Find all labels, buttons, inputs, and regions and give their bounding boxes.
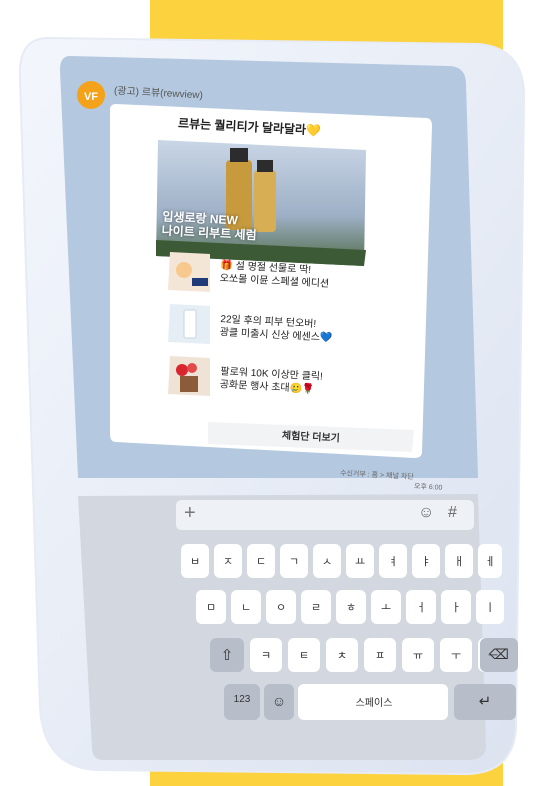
- key-row2-1[interactable]: ㅁ: [196, 599, 226, 615]
- key-row2-7[interactable]: ㅓ: [406, 599, 436, 615]
- key-row3-4[interactable]: ㅍ: [365, 647, 395, 663]
- key-row3-2[interactable]: ㅌ: [289, 647, 319, 663]
- key-row3-1[interactable]: ㅋ: [251, 647, 281, 663]
- key-row2-4[interactable]: ㄹ: [301, 599, 331, 615]
- space-key[interactable]: 스페이스: [344, 694, 404, 709]
- key-row3-6[interactable]: ㅜ: [441, 647, 471, 663]
- key-row1-9[interactable]: ㅐ: [444, 553, 474, 569]
- key-row1-6[interactable]: ㅛ: [345, 553, 375, 569]
- key-row2-8[interactable]: ㅏ: [441, 599, 471, 615]
- key-row1-2[interactable]: ㅈ: [213, 553, 243, 569]
- key-row3-5[interactable]: ㅠ: [403, 647, 433, 663]
- key-row3-3[interactable]: ㅊ: [327, 647, 357, 663]
- key-row2-9[interactable]: ㅣ: [475, 599, 505, 615]
- return-icon[interactable]: ↵: [470, 692, 500, 710]
- key-row2-2[interactable]: ㄴ: [231, 599, 261, 615]
- shift-icon[interactable]: ⇧: [212, 646, 242, 664]
- numbers-key[interactable]: 123: [227, 694, 257, 705]
- key-row1-7[interactable]: ㅕ: [378, 553, 408, 569]
- key-row1-3[interactable]: ㄷ: [246, 553, 276, 569]
- key-row2-6[interactable]: ㅗ: [371, 599, 401, 615]
- key-row1-8[interactable]: ㅑ: [411, 553, 441, 569]
- key-row1-10[interactable]: ㅔ: [475, 553, 505, 569]
- key-row2-5[interactable]: ㅎ: [336, 599, 366, 615]
- key-row2-3[interactable]: ㅇ: [266, 599, 296, 615]
- key-row1-4[interactable]: ㄱ: [279, 553, 309, 569]
- backspace-icon[interactable]: ⌫: [484, 646, 514, 663]
- key-row1-5[interactable]: ㅅ: [312, 553, 342, 569]
- emoji-icon[interactable]: ☺: [264, 693, 294, 709]
- keyboard: [181, 544, 518, 720]
- key-row1-1[interactable]: ㅂ: [180, 553, 210, 569]
